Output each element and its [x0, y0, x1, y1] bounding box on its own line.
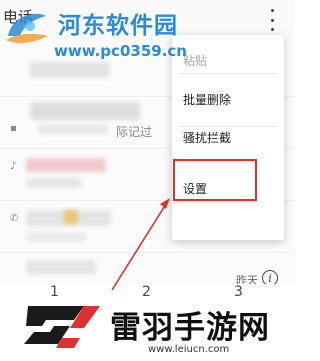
watermark-site-name: 河东软件园 — [58, 13, 178, 39]
menu-item-spam-block[interactable]: 骚扰拦截 — [172, 112, 284, 164]
blurred-avatar — [64, 210, 78, 224]
call-note-text: 际记过 — [116, 125, 153, 139]
watermark-brand-name: 雷羽手游网 — [110, 310, 270, 346]
settings-highlight-box — [173, 159, 257, 201]
watermark-brand-logo-icon — [24, 306, 100, 348]
watermark-bottom: 雷羽手游网 www.leiucn.com — [0, 288, 295, 361]
blurred-contact-detail — [26, 178, 81, 188]
blurred-contact-detail — [38, 124, 108, 134]
call-type-icon: ♪ — [10, 161, 17, 172]
blurred-contact-name — [26, 260, 96, 274]
watermark-top: 河东软件园 www.pc0359.cn — [0, 0, 205, 70]
blurred-contact-name — [30, 102, 140, 120]
phone-screen: 电话 ▪ 际记过 ♪ ✆ 昨天 i 昨天 — [0, 0, 295, 361]
watermark-brand-url: www.leiucn.com — [148, 344, 230, 355]
blurred-contact-detail — [26, 232, 86, 242]
blurred-contact-name — [26, 158, 106, 172]
phone-call-icon: ✆ — [10, 213, 19, 224]
sim-icon: ▪ — [10, 123, 17, 134]
more-options-icon[interactable] — [268, 9, 276, 31]
watermark-site-url: www.pc0359.cn — [54, 42, 187, 60]
watermark-logo-icon — [6, 13, 48, 43]
